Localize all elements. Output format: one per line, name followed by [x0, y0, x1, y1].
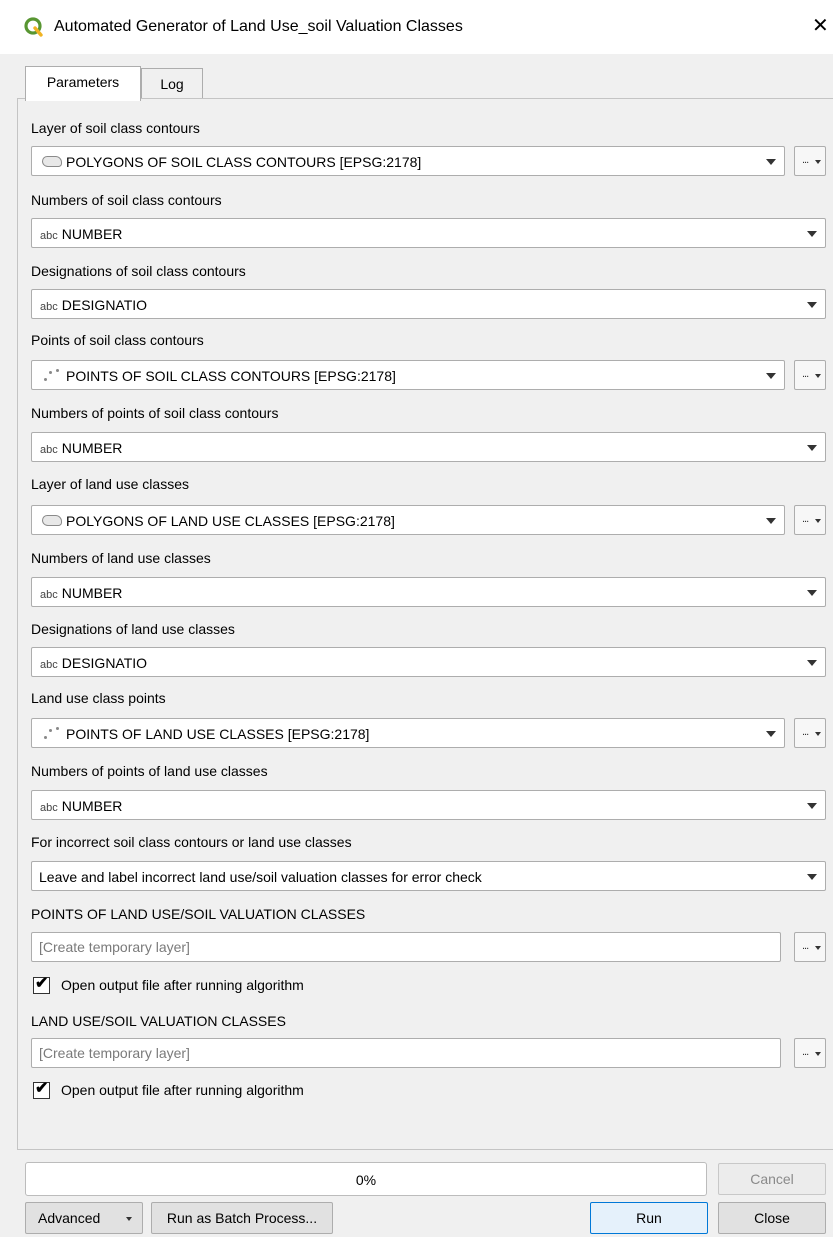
qgis-logo-icon	[24, 17, 43, 37]
text-field-icon: abc	[40, 802, 58, 814]
landuse-numbers-value: NUMBER	[61, 585, 123, 601]
landuse-designations-value: DESIGNATIO	[61, 655, 148, 671]
window-title: Automated Generator of Land Use_soil Val…	[54, 18, 463, 35]
landuse-point-numbers-label: Numbers of points of land use classes	[31, 763, 268, 779]
soil-numbers-label: Numbers of soil class contours	[31, 192, 222, 208]
soil-numbers-combo[interactable]: abc NUMBER	[31, 218, 826, 248]
progress-text: 0%	[355, 1172, 377, 1188]
landuse-layer-options-button[interactable]: ...	[794, 505, 826, 535]
chevron-down-icon	[807, 803, 817, 809]
soil-designations-label: Designations of soil class contours	[31, 263, 246, 279]
advanced-button[interactable]: Advanced	[25, 1202, 143, 1234]
chevron-down-icon	[815, 374, 821, 378]
point-layer-icon	[40, 727, 66, 741]
chevron-down-icon	[815, 1052, 821, 1056]
text-field-icon: abc	[40, 230, 58, 242]
landuse-designations-label: Designations of land use classes	[31, 621, 235, 637]
landuse-designations-combo[interactable]: abc DESIGNATIO	[31, 647, 826, 677]
chevron-down-icon	[815, 519, 821, 523]
output-classes-field[interactable]	[31, 1038, 785, 1068]
text-field-icon: abc	[40, 589, 58, 601]
soil-point-numbers-label: Numbers of points of soil class contours	[31, 405, 279, 421]
output-points-field[interactable]	[31, 932, 785, 962]
chevron-down-icon	[807, 302, 817, 308]
landuse-points-options-button[interactable]: ...	[794, 718, 826, 748]
chevron-down-icon	[807, 590, 817, 596]
chevron-down-icon	[815, 732, 821, 736]
open-classes-output-label[interactable]: Open output file after running algorithm	[61, 1081, 304, 1099]
polygon-layer-icon	[40, 155, 66, 169]
chevron-down-icon	[807, 874, 817, 880]
point-layer-icon	[40, 369, 66, 383]
output-classes-input[interactable]	[33, 1040, 785, 1066]
open-points-output-label[interactable]: Open output file after running algorithm	[61, 976, 304, 994]
landuse-point-numbers-value: NUMBER	[61, 798, 123, 814]
soil-designations-combo[interactable]: abc DESIGNATIO	[31, 289, 826, 319]
text-field-icon: abc	[40, 444, 58, 456]
checkmark-icon: ✔	[35, 1080, 49, 1097]
soil-points-label: Points of soil class contours	[31, 332, 204, 348]
chevron-down-icon	[126, 1217, 132, 1221]
chevron-down-icon	[766, 518, 776, 524]
incorrect-mode-value: Leave and label incorrect land use/soil …	[39, 869, 482, 885]
landuse-layer-value: POLYGONS OF LAND USE CLASSES [EPSG:2178]	[66, 513, 395, 529]
incorrect-mode-combo[interactable]: Leave and label incorrect land use/soil …	[31, 861, 826, 891]
output-points-input[interactable]	[33, 934, 785, 960]
checkmark-icon: ✔	[35, 975, 49, 992]
soil-layer-options-button[interactable]: ...	[794, 146, 826, 176]
soil-points-combo[interactable]: POINTS OF SOIL CLASS CONTOURS [EPSG:2178…	[31, 360, 785, 390]
output-classes-label: LAND USE/SOIL VALUATION CLASSES	[31, 1013, 286, 1029]
soil-layer-label: Layer of soil class contours	[31, 120, 200, 136]
soil-point-numbers-value: NUMBER	[61, 440, 123, 456]
chevron-down-icon	[766, 731, 776, 737]
soil-point-numbers-combo[interactable]: abc NUMBER	[31, 432, 826, 462]
title-bar: Automated Generator of Land Use_soil Val…	[0, 0, 833, 54]
tab-log[interactable]: Log	[141, 68, 203, 99]
landuse-points-label: Land use class points	[31, 690, 166, 706]
open-classes-output-checkbox[interactable]: ✔	[33, 1080, 50, 1099]
soil-points-value: POINTS OF SOIL CLASS CONTOURS [EPSG:2178…	[66, 368, 396, 384]
soil-points-options-button[interactable]: ...	[794, 360, 826, 390]
text-field-icon: abc	[40, 301, 58, 313]
output-points-options-button[interactable]: ...	[794, 932, 826, 962]
chevron-down-icon	[807, 660, 817, 666]
tab-parameters[interactable]: Parameters	[25, 66, 141, 101]
soil-layer-combo[interactable]: POLYGONS OF SOIL CLASS CONTOURS [EPSG:21…	[31, 146, 785, 176]
chevron-down-icon	[807, 231, 817, 237]
soil-numbers-value: NUMBER	[61, 226, 123, 242]
chevron-down-icon	[815, 946, 821, 950]
output-classes-options-button[interactable]: ...	[794, 1038, 826, 1068]
chevron-down-icon	[766, 159, 776, 165]
run-button[interactable]: Run	[590, 1202, 708, 1234]
soil-layer-value: POLYGONS OF SOIL CLASS CONTOURS [EPSG:21…	[66, 154, 422, 170]
landuse-points-value: POINTS OF LAND USE CLASSES [EPSG:2178]	[66, 726, 370, 742]
output-points-label: POINTS OF LAND USE/SOIL VALUATION CLASSE…	[31, 906, 366, 922]
close-window-icon[interactable]: ✕	[812, 15, 829, 37]
landuse-layer-label: Layer of land use classes	[31, 476, 189, 492]
chevron-down-icon	[815, 160, 821, 164]
landuse-numbers-label: Numbers of land use classes	[31, 550, 211, 566]
landuse-numbers-combo[interactable]: abc NUMBER	[31, 577, 826, 607]
run-batch-button[interactable]: Run as Batch Process...	[151, 1202, 333, 1234]
polygon-layer-icon	[40, 514, 66, 528]
soil-designations-value: DESIGNATIO	[61, 297, 148, 313]
incorrect-mode-label: For incorrect soil class contours or lan…	[31, 834, 352, 850]
open-points-output-checkbox[interactable]: ✔	[33, 975, 50, 994]
landuse-point-numbers-combo[interactable]: abc NUMBER	[31, 790, 826, 820]
text-field-icon: abc	[40, 659, 58, 671]
chevron-down-icon	[766, 373, 776, 379]
progress-bar: 0%	[25, 1162, 707, 1196]
cancel-button[interactable]: Cancel	[718, 1163, 826, 1195]
landuse-points-combo[interactable]: POINTS OF LAND USE CLASSES [EPSG:2178]	[31, 718, 785, 748]
chevron-down-icon	[807, 445, 817, 451]
close-button[interactable]: Close	[718, 1202, 826, 1234]
landuse-layer-combo[interactable]: POLYGONS OF LAND USE CLASSES [EPSG:2178]	[31, 505, 785, 535]
advanced-label: Advanced	[38, 1210, 101, 1226]
